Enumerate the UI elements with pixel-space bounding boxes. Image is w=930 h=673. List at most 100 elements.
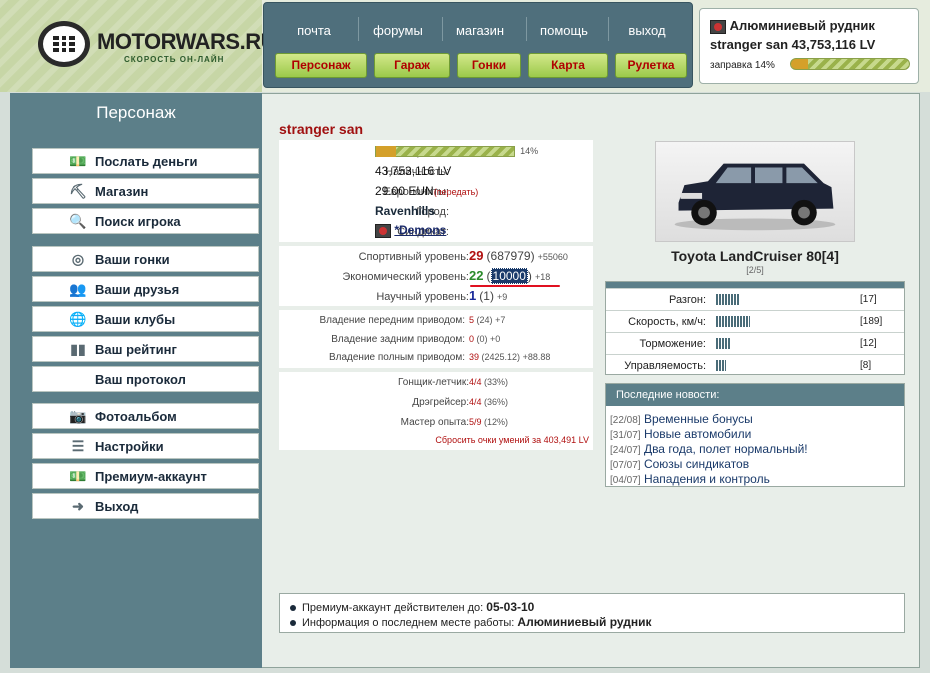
news-panel: Последние новости: [22/08] Временные бон… bbox=[605, 383, 905, 487]
news-item[interactable]: [24/07] Два года, полет нормальный! bbox=[610, 442, 808, 456]
sidebar-item-shop[interactable]: ⛏ Магазин bbox=[32, 178, 259, 204]
spec-label: Торможение: bbox=[639, 338, 706, 350]
sidebar-item-exit[interactable]: ➜ Выход bbox=[32, 493, 259, 519]
user-fuel-bar bbox=[790, 58, 910, 70]
user-name-balance: stranger san 43,753,116 LV bbox=[710, 37, 876, 52]
reset-skills-link[interactable]: Сбросить очки умений за 403,491 LV bbox=[435, 435, 589, 445]
sport-level-value: 29 bbox=[469, 248, 484, 263]
sidebar-item-label: Поиск игрока bbox=[95, 213, 181, 229]
sidebar-item-photoalbum[interactable]: 📷 Фотоальбом bbox=[32, 403, 259, 429]
spec-label: Разгон: bbox=[668, 294, 706, 306]
search-icon: 🔍 bbox=[69, 212, 87, 229]
car-slot: [2/5] bbox=[746, 265, 764, 275]
euro-row: 29.00 EUN(передать) bbox=[375, 184, 478, 198]
news-item[interactable]: [22/08] Временные бонусы bbox=[610, 412, 753, 426]
logo-icon[interactable] bbox=[38, 21, 90, 67]
sidebar-item-protocol[interactable]: Ваш протокол bbox=[32, 366, 259, 392]
full-drive-value: 39 bbox=[469, 352, 480, 362]
car-image[interactable] bbox=[655, 141, 855, 242]
nav-link-mail[interactable]: почта bbox=[278, 23, 350, 38]
euro-transfer-link[interactable]: (передать) bbox=[434, 187, 479, 197]
sidebar-item-label: Фотоальбом bbox=[95, 408, 177, 424]
skill-drag-row: 4/4 (36%) bbox=[469, 397, 509, 407]
sidebar-item-settings[interactable]: ☰ Настройки bbox=[32, 433, 259, 459]
nav-separator bbox=[526, 17, 527, 41]
user-fuel-label: заправка 14% bbox=[710, 60, 775, 71]
fuel-bar bbox=[375, 145, 515, 157]
nav-separator bbox=[358, 17, 359, 41]
sidebar-item-clubs[interactable]: 🌐 Ваши клубы bbox=[32, 306, 259, 332]
sidebar-item-label: Выход bbox=[95, 498, 139, 514]
skill-pilot-label: Гонщик-летчик: bbox=[398, 377, 469, 388]
nav-button-races[interactable]: Гонки bbox=[457, 53, 521, 78]
econ-level-value: 22 bbox=[469, 268, 484, 283]
rear-drive-value: 0 bbox=[469, 334, 475, 344]
nav-button-garage[interactable]: Гараж bbox=[374, 53, 450, 78]
science-level-label: Научный уровень: bbox=[376, 291, 469, 303]
bullet-icon bbox=[290, 605, 296, 612]
rear-drive-row: 0 (0) +0 bbox=[469, 334, 501, 344]
sidebar-item-send-money[interactable]: 💵 Послать деньги bbox=[32, 148, 259, 174]
levels-panel: Спортивный уровень: 29 (687979) +55060 Э… bbox=[279, 246, 593, 306]
rating-icon: ▮▮ bbox=[70, 340, 86, 357]
sidebar-item-premium[interactable]: 💵 Премиум-аккаунт bbox=[32, 463, 259, 489]
spec-bar bbox=[716, 360, 726, 371]
sport-level-delta: +55060 bbox=[537, 252, 568, 262]
sidebar-item-label: Премиум-аккаунт bbox=[95, 468, 207, 484]
news-title: Последние новости: bbox=[606, 384, 904, 406]
player-name: stranger san bbox=[279, 121, 364, 137]
news-item[interactable]: [31/07] Новые автомобили bbox=[610, 427, 751, 441]
spec-value: [12] bbox=[860, 338, 877, 349]
skill-master-label: Мастер опыта: bbox=[400, 417, 469, 428]
fuel-percent: 14% bbox=[520, 146, 539, 156]
science-level-row: 1 (1) +9 bbox=[469, 288, 507, 303]
science-level-delta: +9 bbox=[497, 292, 508, 302]
site-logo-text[interactable]: MOTORWARS.RU bbox=[97, 29, 276, 55]
econ-level-points-selected: 10000 bbox=[490, 268, 528, 284]
news-item[interactable]: [04/07] Нападения и контроль bbox=[610, 472, 770, 486]
sidebar-item-label: Послать деньги bbox=[95, 153, 198, 169]
sidebar-item-label: Ваши клубы bbox=[95, 311, 176, 327]
syndicate-link[interactable]: *Demons bbox=[394, 223, 446, 237]
work-info: Информация о последнем месте работы: Алю… bbox=[290, 615, 651, 629]
last-work-place: Алюминиевый рудник bbox=[517, 615, 652, 629]
sidebar-item-friends[interactable]: 👥 Ваши друзья bbox=[32, 276, 259, 302]
sidebar-item-label: Ваши гонки bbox=[95, 251, 170, 267]
nav-link-forums[interactable]: форумы bbox=[362, 23, 434, 38]
nav-button-map[interactable]: Карта bbox=[528, 53, 608, 78]
money-icon: 💵 bbox=[69, 152, 87, 169]
nav-link-help[interactable]: помощь bbox=[528, 23, 600, 38]
camera-icon: 📷 bbox=[69, 407, 87, 424]
cash-value: 43,753,116 LV bbox=[375, 164, 452, 178]
sport-level-row: 29 (687979) +55060 bbox=[469, 248, 568, 263]
news-item[interactable]: [07/07] Союзы синдикатов bbox=[610, 457, 749, 471]
nav-link-shop[interactable]: магазин bbox=[444, 23, 516, 38]
sidebar-item-rating[interactable]: ▮▮ Ваш рейтинг bbox=[32, 336, 259, 362]
bullet-icon bbox=[290, 620, 296, 627]
sport-level-points: (687979) bbox=[486, 249, 535, 263]
spec-value: [189] bbox=[860, 316, 883, 327]
front-drive-value: 5 bbox=[469, 315, 475, 325]
syndicate-row: *Demons bbox=[375, 223, 446, 238]
spec-label: Управляемость: bbox=[624, 360, 706, 372]
site-slogan: СКОРОСТЬ ОН-ЛАЙН bbox=[124, 55, 225, 64]
nav-button-character[interactable]: Персонаж bbox=[275, 53, 367, 78]
spec-bar bbox=[716, 338, 730, 349]
premium-expiry: 05-03-10 bbox=[486, 600, 535, 614]
drive-panel: Владение передним приводом: 5 (24) +7 Вл… bbox=[279, 310, 593, 368]
sidebar-item-label: Ваш рейтинг bbox=[95, 341, 177, 357]
spec-label: Скорость, км/ч: bbox=[628, 316, 706, 328]
user-fuel-fill bbox=[791, 59, 808, 69]
sidebar-item-races[interactable]: ◎ Ваши гонки bbox=[32, 246, 259, 272]
car-picture bbox=[674, 163, 836, 231]
science-level-value: 1 bbox=[469, 288, 477, 303]
nav-button-roulette[interactable]: Рулетка bbox=[615, 53, 687, 78]
sidebar-item-search-player[interactable]: 🔍 Поиск игрока bbox=[32, 208, 259, 234]
spec-row-speed: Скорость, км/ч: [189] bbox=[606, 310, 904, 332]
nav-link-exit[interactable]: выход bbox=[611, 23, 683, 38]
premium-info: Премиум-аккаунт действителен до: 05-03-1… bbox=[290, 600, 534, 614]
settings-sliders-icon: ☰ bbox=[71, 437, 85, 454]
econ-level-delta: +18 bbox=[534, 272, 551, 282]
premium-icon: 💵 bbox=[69, 467, 87, 484]
spec-value: [8] bbox=[860, 360, 872, 371]
